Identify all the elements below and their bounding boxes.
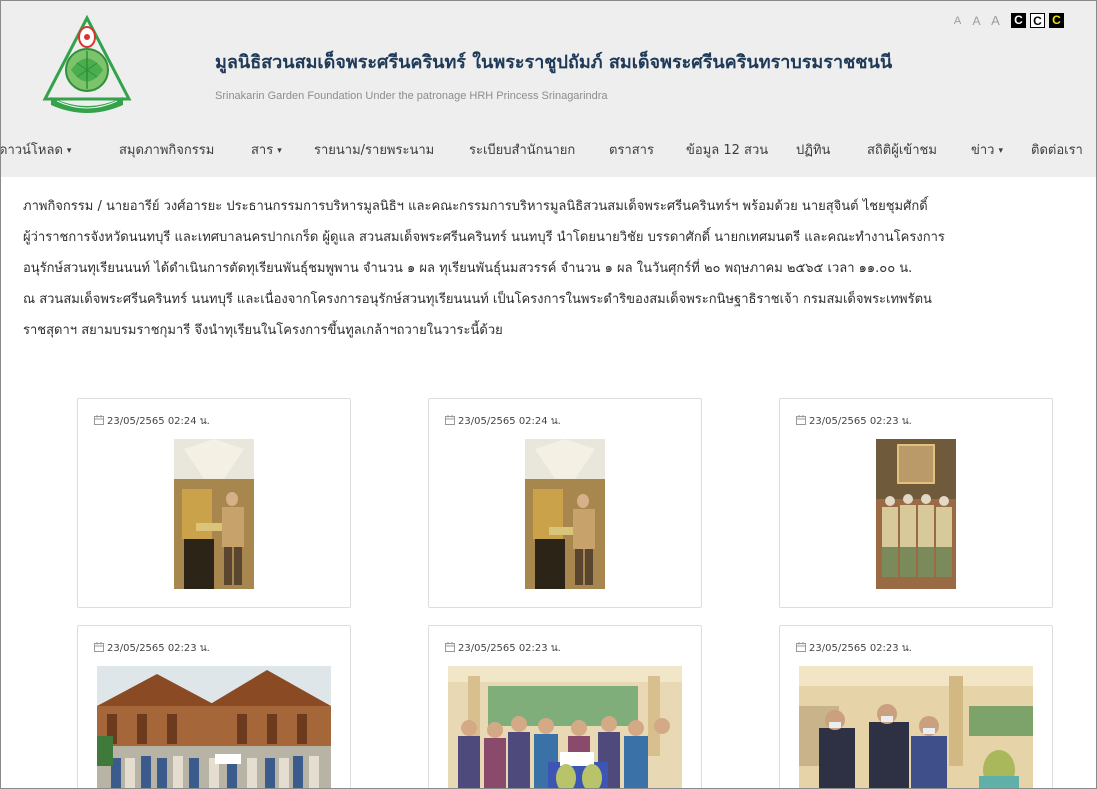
nav-calendar-label: ปฏิทิน [796, 143, 831, 158]
nav-contact[interactable]: ติดต่อเรา [1031, 139, 1083, 160]
font-size-medium-button[interactable]: A [969, 14, 984, 28]
card-date: 23/05/2565 02:24 น. [94, 414, 210, 429]
font-size-small-button[interactable]: A [950, 14, 965, 28]
foundation-logo-icon[interactable] [41, 15, 133, 123]
article-line: ณ สวนสมเด็จพระศรีนครินทร์ นนทบุรี และเนื… [23, 292, 932, 307]
article-line: ภาพกิจกรรม / นายอารีย์ วงศ์อารยะ ประธานก… [23, 199, 928, 214]
gallery-card[interactable]: 23/05/2565 02:23 น. [779, 398, 1053, 608]
main-navbar: ดาวน์โหลด ▾ สมุดภาพกิจกรรม สาร ▾ รายนาม/รา… [1, 125, 1096, 177]
calendar-icon [445, 642, 455, 652]
chevron-down-icon: ▾ [998, 146, 1004, 156]
activity-photo[interactable] [97, 666, 331, 789]
nav-contact-label: ติดต่อเรา [1031, 143, 1083, 158]
activity-photo[interactable] [174, 439, 254, 589]
activity-photo[interactable] [448, 666, 682, 789]
card-date-text: 23/05/2565 02:24 น. [107, 416, 210, 427]
site-header: มูลนิธิสวนสมเด็จพระศรีนครินทร์ ในพระราชู… [1, 1, 1096, 125]
page-frame: มูลนิธิสวนสมเด็จพระศรีนครินทร์ ในพระราชู… [0, 0, 1097, 789]
article-line: อนุรักษ์สวนทุเรียนนนท์ ได้ดำเนินการตัดทุ… [23, 261, 913, 276]
calendar-icon [796, 642, 806, 652]
nav-news-label: ข่าว [971, 143, 995, 158]
card-date-text: 23/05/2565 02:24 น. [458, 416, 561, 427]
contrast-yellow-button[interactable]: C [1049, 13, 1064, 28]
nav-photo-album-label: สมุดภาพกิจกรรม [119, 143, 215, 158]
nav-member-list[interactable]: รายนาม/รายพระนาม [314, 139, 434, 160]
gallery-card[interactable]: 23/05/2565 02:23 น. [428, 625, 702, 789]
article-line: ผู้ว่าราชการจังหวัดนนทบุรี และเทศบาลนครป… [23, 230, 945, 245]
site-title: มูลนิธิสวนสมเด็จพระศรีนครินทร์ ในพระราชู… [215, 52, 893, 73]
nav-charter[interactable]: ตราสาร [609, 139, 654, 160]
nav-visitor-stats-label: สถิติผู้เข้าชม [867, 143, 937, 158]
card-date-text: 23/05/2565 02:23 น. [809, 643, 912, 654]
nav-download-label: ดาวน์โหลด [0, 143, 63, 158]
article-line: ราชสุดาฯ สยามบรมราชกุมารี จึงนำทุเรียนใน… [23, 323, 503, 338]
nav-photo-album[interactable]: สมุดภาพกิจกรรม [119, 139, 214, 160]
gallery-card[interactable]: 23/05/2565 02:23 น. [77, 625, 351, 789]
card-date-text: 23/05/2565 02:23 น. [458, 643, 561, 654]
activity-photo[interactable] [876, 439, 956, 589]
nav-charter-label: ตราสาร [609, 143, 654, 158]
activity-photo[interactable] [525, 439, 605, 589]
site-subtitle: Srinakarin Garden Foundation Under the p… [215, 90, 608, 102]
nav-messages-label: สาร [251, 143, 274, 158]
activity-photo[interactable] [799, 666, 1033, 789]
nav-messages[interactable]: สาร ▾ [251, 139, 282, 160]
nav-member-list-label: รายนาม/รายพระนาม [314, 143, 435, 158]
calendar-icon [445, 415, 455, 425]
card-date: 23/05/2565 02:23 น. [796, 414, 912, 429]
calendar-icon [94, 642, 104, 652]
card-date: 23/05/2565 02:23 น. [445, 641, 561, 656]
chevron-down-icon: ▾ [66, 146, 72, 156]
gallery-card[interactable]: 23/05/2565 02:24 น. [428, 398, 702, 608]
nav-calendar[interactable]: ปฏิทิน [796, 139, 830, 160]
card-date-text: 23/05/2565 02:23 น. [809, 416, 912, 427]
card-date: 23/05/2565 02:24 น. [445, 414, 561, 429]
nav-12-gardens[interactable]: ข้อมูล 12 สวน [686, 139, 768, 160]
nav-regulations[interactable]: ระเบียบสำนักนายก [469, 139, 575, 160]
nav-regulations-label: ระเบียบสำนักนายก [469, 143, 576, 158]
calendar-icon [94, 415, 104, 425]
contrast-light-button[interactable]: C [1030, 13, 1045, 28]
card-date-text: 23/05/2565 02:23 น. [107, 643, 210, 654]
card-date: 23/05/2565 02:23 น. [94, 641, 210, 656]
chevron-down-icon: ▾ [277, 146, 282, 156]
nav-news[interactable]: ข่าว ▾ [971, 139, 1003, 160]
font-size-large-button[interactable]: A [988, 13, 1003, 28]
contrast-dark-button[interactable]: C [1011, 13, 1026, 28]
accessibility-controls: A A A C C C [950, 13, 1064, 28]
calendar-icon [796, 415, 806, 425]
card-date: 23/05/2565 02:23 น. [796, 641, 912, 656]
article-body: ภาพกิจกรรม / นายอารีย์ วงศ์อารยะ ประธานก… [23, 191, 1085, 346]
nav-12-gardens-label: ข้อมูล 12 สวน [686, 143, 769, 158]
gallery-card[interactable]: 23/05/2565 02:23 น. [779, 625, 1053, 789]
nav-download[interactable]: ดาวน์โหลด ▾ [0, 139, 72, 160]
gallery-card[interactable]: 23/05/2565 02:24 น. [77, 398, 351, 608]
nav-visitor-stats[interactable]: สถิติผู้เข้าชม [867, 139, 937, 160]
